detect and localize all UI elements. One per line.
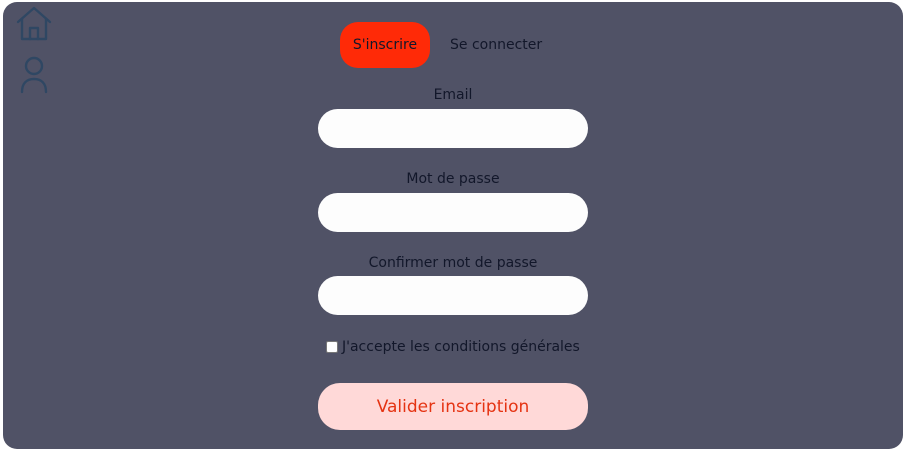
tab-signup[interactable]: S'inscrire bbox=[340, 22, 430, 68]
home-icon[interactable] bbox=[14, 3, 54, 43]
confirm-password-field[interactable] bbox=[318, 276, 588, 315]
email-label: Email bbox=[433, 87, 473, 103]
submit-signup-button[interactable]: Valider inscription bbox=[318, 383, 588, 430]
user-icon[interactable] bbox=[18, 55, 50, 95]
terms-checkbox[interactable] bbox=[326, 341, 338, 353]
password-field[interactable] bbox=[318, 193, 588, 232]
password-label: Mot de passe bbox=[406, 171, 500, 187]
confirm-password-label: Confirmer mot de passe bbox=[368, 255, 538, 271]
auth-tabs: S'inscrire Se connecter bbox=[340, 22, 542, 68]
tab-login[interactable]: Se connecter bbox=[430, 22, 542, 68]
email-field[interactable] bbox=[318, 109, 588, 148]
terms-row: J'accepte les conditions générales bbox=[326, 339, 580, 355]
terms-label[interactable]: J'accepte les conditions générales bbox=[342, 339, 580, 355]
